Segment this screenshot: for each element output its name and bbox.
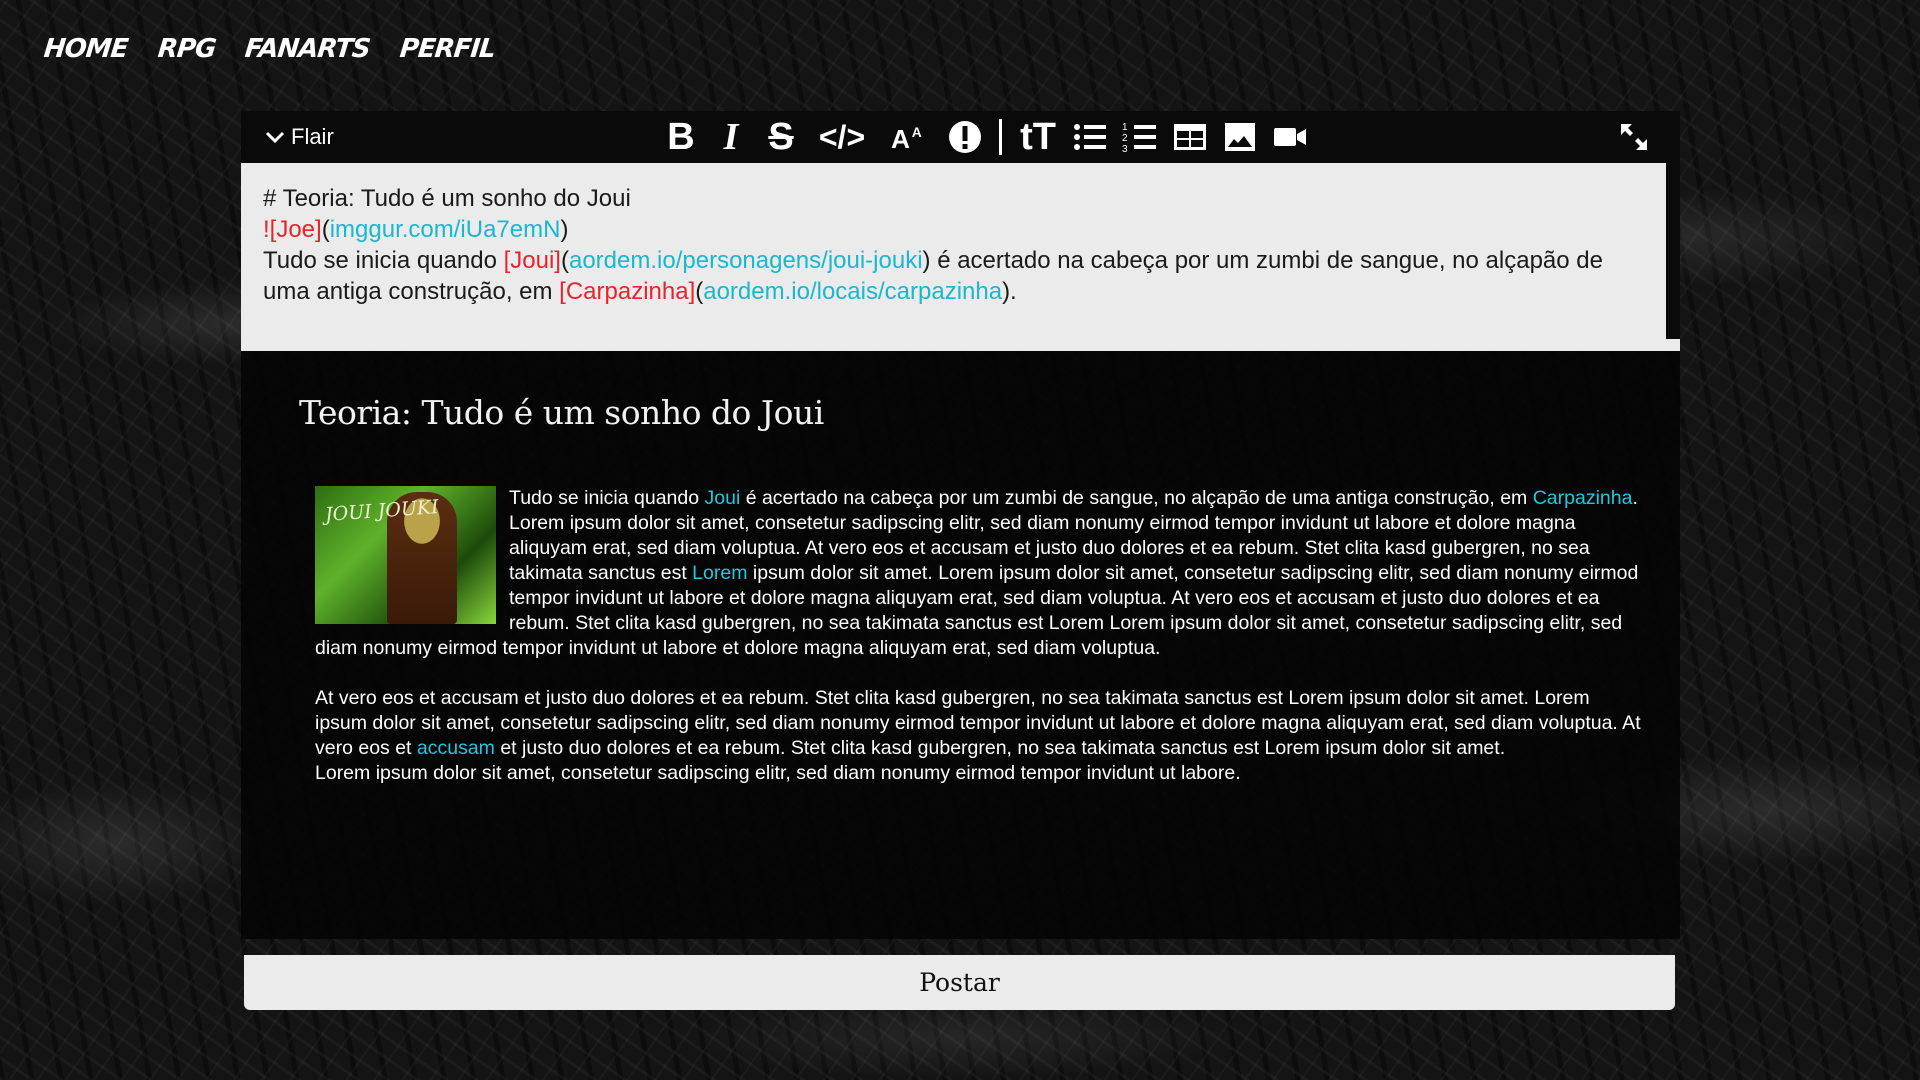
italic-button[interactable]: I [711,116,751,158]
nav-fanarts[interactable]: FANARTS [243,34,371,64]
post-preview: Teoria: Tudo é um sonho do Joui JOUI JOU… [241,351,1680,939]
editor-toolbar: Flair B I S </> AA tT 123 [241,111,1680,163]
numbered-list-button[interactable]: 123 [1120,117,1160,157]
source-paren: ( [560,247,569,274]
numbered-list-icon: 123 [1122,122,1156,155]
source-link-text: [Carpazinha] [559,278,696,305]
flair-dropdown[interactable]: Flair [263,111,334,163]
heading-icon: tT [1020,115,1056,158]
table-icon [1174,124,1206,150]
strikethrough-button[interactable]: S [761,115,801,158]
source-link-url: aordem.io/locais/carpazinha [703,278,1003,305]
top-nav: HOME RPG FANARTS PERFIL [42,34,496,64]
bulleted-list-icon [1074,124,1106,150]
bold-icon: B [667,115,695,158]
spoiler-button[interactable] [945,117,985,157]
nav-home[interactable]: HOME [42,34,129,64]
source-line-heading: # Teoria: Tudo é um sonho do Joui [263,185,631,212]
table-button[interactable] [1170,117,1210,157]
svg-text:A: A [891,124,910,154]
source-image-alt: ![Joe] [263,216,322,243]
svg-text:2: 2 [1122,133,1128,144]
source-link-text: [Joui] [503,247,561,274]
paragraph-text: et justo duo dolores et ea rebum. Stet c… [494,737,1506,759]
source-link-url: aordem.io/personagens/joui-jouki [568,247,923,274]
expand-icon [1621,124,1647,150]
preview-body: JOUI JOUKI Tudo se inicia quando Joui é … [315,486,1645,811]
italic-icon: I [723,116,739,158]
bold-button[interactable]: B [661,115,701,158]
nav-perfil[interactable]: PERFIL [398,34,496,64]
preview-paragraph: At vero eos et accusam et justo duo dolo… [315,686,1645,761]
source-text: ). [1002,278,1017,305]
post-editor: Flair B I S </> AA tT 123 # Teoria: Tudo… [241,111,1680,939]
nav-rpg[interactable]: RPG [156,34,217,64]
heading-button[interactable]: tT [1016,115,1060,158]
source-scrollbar[interactable] [1666,163,1680,339]
preview-paragraph: Lorem ipsum dolor sit amet, consetetur s… [315,762,1241,784]
code-button[interactable]: </> [811,117,873,157]
link-carpazinha[interactable]: Carpazinha [1533,487,1633,509]
video-button[interactable] [1270,117,1310,157]
chevron-down-icon [265,131,285,144]
source-paren: ) [560,216,569,243]
preview-paragraph: Tudo se inicia quando Joui é acertado na… [315,486,1645,661]
expand-button[interactable] [1618,121,1650,153]
strikethrough-icon: S [768,115,794,158]
source-text: Tudo se inicia quando [263,247,504,274]
svg-text:3: 3 [1122,144,1128,155]
markdown-source-input[interactable]: # Teoria: Tudo é um sonho do Joui ![Joe]… [241,163,1680,351]
link-accusam[interactable]: accusam [417,737,495,759]
svg-text:1: 1 [1122,122,1128,133]
link-joui[interactable]: Joui [705,487,741,509]
paragraph-text: é acertado na cabeça por um zumbi de san… [740,487,1533,509]
image-button[interactable] [1220,117,1260,157]
spoiler-icon [949,121,981,153]
source-line-paragraph: Tudo se inicia quando [Joui](aordem.io/p… [263,245,1644,307]
superscript-button[interactable]: AA [883,117,935,157]
bulleted-list-button[interactable] [1070,117,1110,157]
source-paren: ( [321,216,330,243]
preview-title: Teoria: Tudo é um sonho do Joui [299,393,824,432]
flair-label: Flair [291,124,334,149]
toolbar-divider [999,119,1002,155]
post-button[interactable]: Postar [244,955,1675,1010]
svg-text:A: A [912,124,922,140]
video-icon [1274,128,1306,146]
source-image-url: imggur.com/iUa7emN [329,216,561,243]
paragraph-text: Tudo se inicia quando [509,487,705,509]
format-tools: B I S </> AA tT 123 [661,111,1310,163]
source-line-image: ![Joe](imggur.com/iUa7emN) [263,214,1644,245]
character-image: JOUI JOUKI [315,486,496,624]
link-lorem[interactable]: Lorem [692,562,747,584]
image-icon [1225,123,1255,151]
superscript-icon: AA [891,124,922,154]
code-icon: </> [818,118,866,155]
